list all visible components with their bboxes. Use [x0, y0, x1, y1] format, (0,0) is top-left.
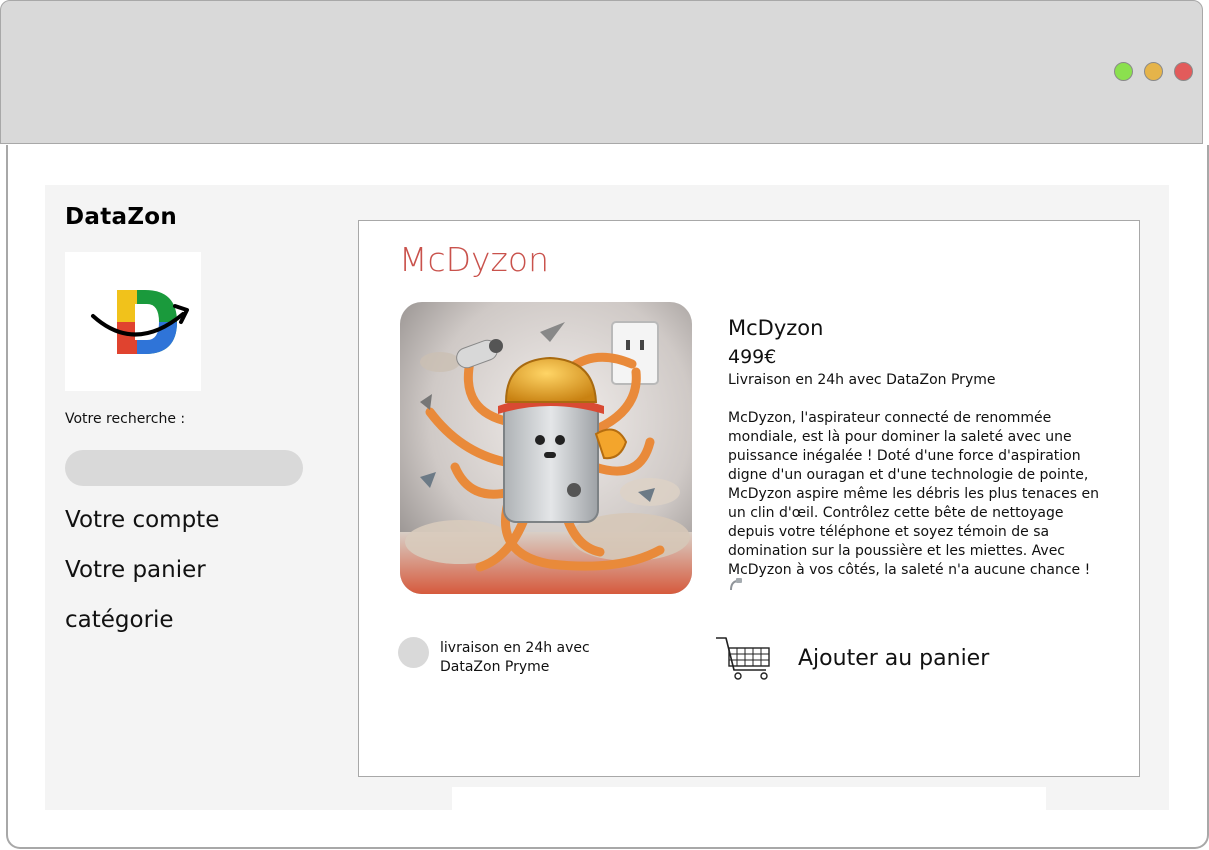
product-description: McDyzon, l'aspirateur connecté de renomm… [728, 410, 1099, 578]
brand-name: DataZon [65, 204, 178, 230]
delivery-option-label: livraison en 24h avec DataZon Pryme [440, 640, 590, 675]
datazon-logo[interactable] [65, 252, 201, 391]
search-input[interactable] [65, 450, 303, 486]
nav-account-link[interactable]: Votre compte [65, 507, 219, 533]
window-close-button[interactable] [1174, 62, 1193, 81]
nav-category-link[interactable]: catégorie [65, 607, 174, 633]
add-to-cart-label: Ajouter au panier [798, 646, 990, 671]
delivery-option-radio[interactable] [398, 637, 429, 668]
window-maximize-button[interactable] [1114, 62, 1133, 81]
product-image[interactable] [400, 302, 692, 594]
shopping-cart-icon [716, 637, 770, 680]
page-footer-strip [452, 787, 1046, 810]
nav-cart-link[interactable]: Votre panier [65, 557, 206, 583]
product-price: 499€ [728, 346, 777, 368]
window-title-bar [0, 0, 1203, 144]
datazon-logo-icon [91, 290, 189, 354]
search-label: Votre recherche : [65, 411, 186, 427]
product-delivery-info: Livraison en 24h avec DataZon Pryme [728, 372, 996, 388]
vacuum-emoji-icon [730, 578, 742, 591]
add-to-cart-button[interactable]: Ajouter au panier [714, 634, 1014, 686]
product-name: McDyzon [728, 316, 824, 340]
vacuum-robot-illustration-icon [400, 302, 692, 594]
window-minimize-button[interactable] [1144, 62, 1163, 81]
product-heading: McDyzon [399, 240, 549, 279]
